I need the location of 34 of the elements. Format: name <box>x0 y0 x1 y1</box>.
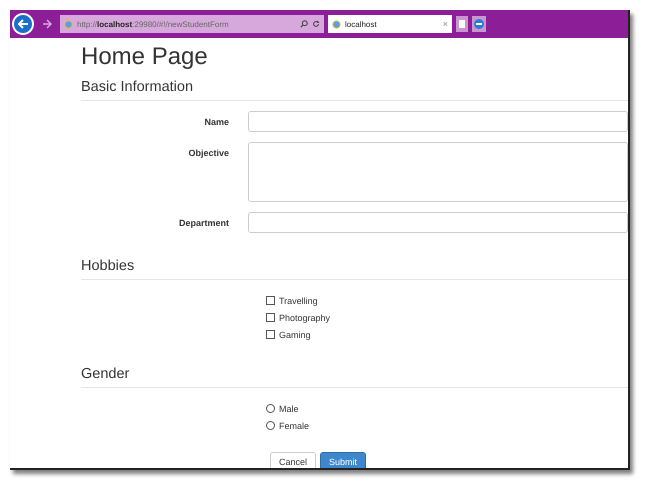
checkbox-label: Photography <box>279 312 330 322</box>
cancel-button[interactable]: Cancel <box>270 452 316 468</box>
left-arrow-icon <box>17 18 29 30</box>
page-title: Home Page <box>81 42 209 72</box>
close-icon[interactable]: × <box>442 19 448 29</box>
field-label: Name <box>203 116 229 129</box>
radio-button[interactable] <box>266 421 275 430</box>
radio-label: Female <box>279 420 310 430</box>
browser-tab[interactable]: localhost × <box>328 15 452 33</box>
checkbox[interactable] <box>266 313 275 322</box>
section-heading: Hobbies <box>81 257 628 280</box>
field-label: Objective <box>187 147 229 160</box>
right-arrow-icon <box>42 19 52 29</box>
submit-button[interactable]: Submit <box>320 452 366 468</box>
field-label: Department <box>178 217 229 230</box>
checkbox[interactable] <box>266 330 275 339</box>
address-bar[interactable]: http://localhost:29980/#!/newStudentForm <box>60 15 324 33</box>
url-text: http://localhost:29980/#!/newStudentForm <box>77 20 230 28</box>
section-heading: Gender <box>81 365 628 388</box>
input-field[interactable] <box>248 212 628 233</box>
back-button[interactable] <box>12 13 34 35</box>
input-field[interactable] <box>248 111 628 132</box>
globe-icon <box>332 20 341 28</box>
browser-logo-icon[interactable] <box>472 16 486 32</box>
section-heading: Basic Information <box>81 78 628 101</box>
search-icon[interactable] <box>300 20 308 28</box>
checkbox-label: Travelling <box>279 296 318 306</box>
checkbox-label: Gaming <box>279 330 311 340</box>
checkbox[interactable] <box>266 296 275 305</box>
radio-button[interactable] <box>266 404 275 413</box>
globe-icon <box>64 20 73 28</box>
radio-label: Male <box>279 404 299 414</box>
refresh-icon[interactable] <box>312 20 320 28</box>
tab-title: localhost <box>345 20 378 28</box>
